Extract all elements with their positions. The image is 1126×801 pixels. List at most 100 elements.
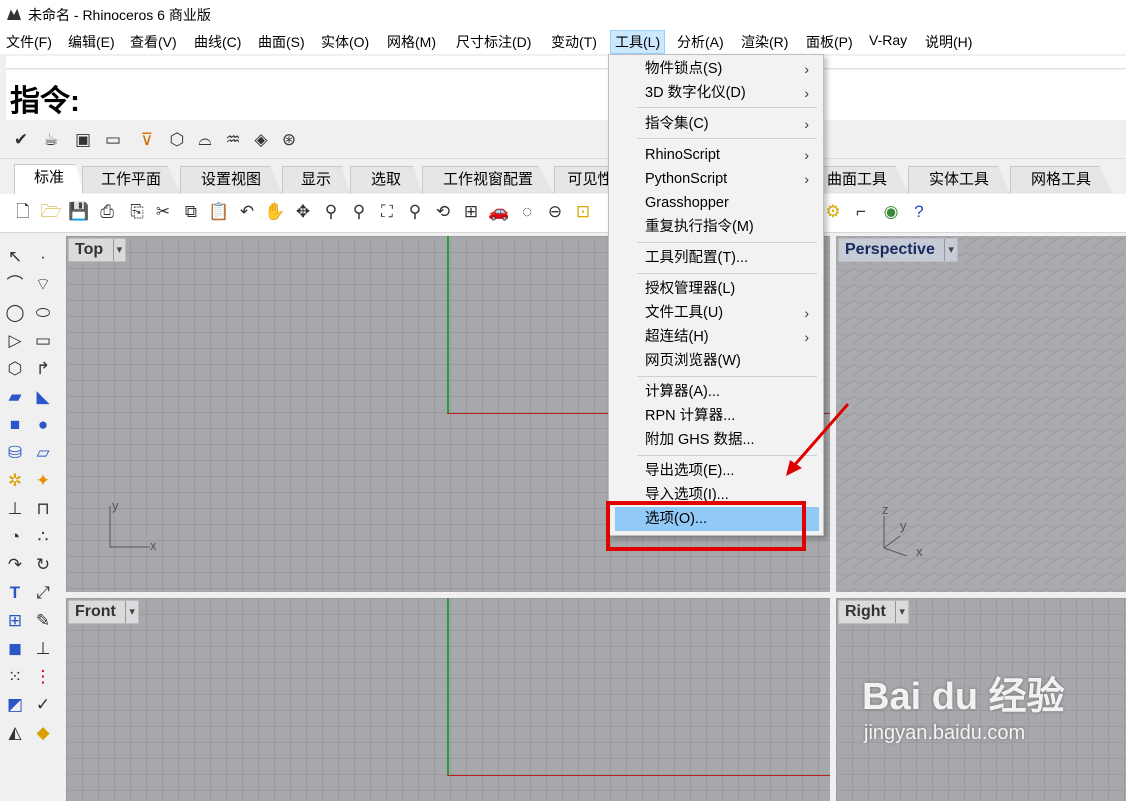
- viewport-label-top[interactable]: Top ▾: [68, 238, 127, 262]
- explode-icon[interactable]: ✦: [32, 470, 54, 492]
- tab-select[interactable]: 选取: [350, 166, 422, 193]
- text-icon[interactable]: T: [4, 582, 26, 604]
- tab-display[interactable]: 显示: [282, 166, 350, 193]
- menu-item-web-browser[interactable]: 网页浏览器(W): [609, 349, 821, 373]
- four-viewports-icon[interactable]: ⊞: [460, 201, 482, 223]
- menu-help[interactable]: 说明(H): [925, 32, 972, 52]
- ruler-icon[interactable]: ⊥: [32, 638, 54, 660]
- dimension-icon[interactable]: ⤢: [32, 582, 54, 604]
- polyline-icon[interactable]: ⌒: [4, 274, 26, 296]
- undo-icon[interactable]: ↶: [236, 201, 258, 223]
- menu-item-grasshopper[interactable]: Grasshopper: [609, 191, 821, 215]
- menu-dimension[interactable]: 尺寸标注(D): [456, 32, 531, 52]
- copy-icon[interactable]: ⧉: [180, 201, 202, 223]
- menu-item-rhinoscript[interactable]: RhinoScript ›: [609, 143, 821, 167]
- menu-mesh[interactable]: 网格(M): [387, 32, 436, 52]
- accept-icon[interactable]: ✔: [10, 129, 32, 151]
- paste-icon[interactable]: 📋: [208, 201, 230, 223]
- tag-icon[interactable]: ◈: [250, 129, 272, 151]
- array-polar-icon[interactable]: ⋮: [32, 666, 54, 688]
- menu-item-file-utilities[interactable]: 文件工具(U) ›: [609, 301, 821, 325]
- cluster-icon[interactable]: ∴: [32, 526, 54, 548]
- snap-icon[interactable]: ⊡: [572, 201, 594, 223]
- solid-edit-icon[interactable]: ◼: [4, 638, 26, 660]
- menu-item-hyperlink[interactable]: 超连结(H) ›: [609, 325, 821, 349]
- mesh-plane-icon[interactable]: ▱: [32, 442, 54, 464]
- render-icon[interactable]: ◌: [516, 201, 538, 223]
- box-icon[interactable]: ⬡: [166, 129, 188, 151]
- menu-item-toolbar-layout[interactable]: 工具列配置(T)...: [609, 246, 821, 270]
- transform-icon[interactable]: ◩: [4, 694, 26, 716]
- viewport-perspective[interactable]: z y x Perspective ▾: [836, 236, 1126, 592]
- menu-item-commands[interactable]: 指令集(C) ›: [609, 112, 821, 136]
- filter-icon[interactable]: ⊽: [136, 129, 158, 151]
- polygon-icon[interactable]: ⬡: [4, 358, 26, 380]
- curve-icon[interactable]: ⌔: [32, 274, 54, 296]
- rectangle-icon[interactable]: ▭: [32, 330, 54, 352]
- zoom-selected-icon[interactable]: ⚲: [404, 201, 426, 223]
- save-icon[interactable]: 💾: [68, 201, 90, 223]
- menu-item-repeat-command[interactable]: 重复执行指令(M): [609, 215, 821, 239]
- ellipse-icon[interactable]: ⬭: [32, 302, 54, 324]
- tab-solid-tools[interactable]: 实体工具: [908, 166, 1010, 193]
- undo-view-icon[interactable]: ⟲: [432, 201, 454, 223]
- arc-icon[interactable]: ▷: [4, 330, 26, 352]
- zoom-window-icon[interactable]: ⚲: [348, 201, 370, 223]
- menu-solid[interactable]: 实体(O): [321, 32, 369, 52]
- menu-tools[interactable]: 工具(L): [610, 30, 666, 54]
- rotate-view-icon[interactable]: ✥: [292, 201, 314, 223]
- teapot-icon[interactable]: ☕: [40, 129, 62, 151]
- open-folder-icon[interactable]: 🗁: [40, 201, 62, 223]
- menu-item-digitizer[interactable]: 3D 数字化仪(D) ›: [609, 81, 821, 105]
- trim-icon[interactable]: ⊥: [4, 498, 26, 520]
- surface-icon[interactable]: ▰: [4, 386, 26, 408]
- point-icon[interactable]: ·: [32, 246, 54, 268]
- move-icon[interactable]: ↷: [4, 554, 26, 576]
- extrude-icon[interactable]: ◣: [32, 386, 54, 408]
- box-solid-icon[interactable]: ■: [4, 414, 26, 436]
- select-arrow-icon[interactable]: ↖: [4, 246, 26, 268]
- tab-cplane[interactable]: 工作平面: [82, 166, 180, 193]
- menu-edit[interactable]: 编辑(E): [68, 32, 115, 52]
- options-gear-icon[interactable]: ⚙: [822, 201, 844, 223]
- zoom-extents-icon[interactable]: ⛶: [376, 201, 398, 223]
- rotate-icon[interactable]: ↻: [32, 554, 54, 576]
- cylinder-icon[interactable]: ⛁: [4, 442, 26, 464]
- split-icon[interactable]: ⊓: [32, 498, 54, 520]
- dome-icon[interactable]: ⌓: [194, 129, 216, 151]
- panel-icon[interactable]: ▭: [102, 129, 124, 151]
- sphere-icon[interactable]: ●: [32, 414, 54, 436]
- menu-render[interactable]: 渲染(R): [741, 32, 788, 52]
- paint-icon[interactable]: ◆: [32, 722, 54, 744]
- help-icon[interactable]: ?: [908, 201, 930, 223]
- viewport-label-front[interactable]: Front ▾: [68, 600, 139, 624]
- tab-set-view[interactable]: 设置视图: [180, 166, 282, 193]
- car-icon[interactable]: 🚗: [488, 201, 510, 223]
- fillet-icon[interactable]: ↱: [32, 358, 54, 380]
- print-icon[interactable]: ⎙: [96, 201, 118, 223]
- menu-file[interactable]: 文件(F): [6, 32, 52, 52]
- menu-view[interactable]: 查看(V): [130, 32, 177, 52]
- menu-item-license-manager[interactable]: 授权管理器(L): [609, 277, 821, 301]
- grass-icon[interactable]: ♒: [222, 129, 244, 151]
- viewport-label-perspective[interactable]: Perspective ▾: [838, 238, 958, 262]
- window-icon[interactable]: ▣: [72, 129, 94, 151]
- gear-snap-icon[interactable]: ⊛: [278, 129, 300, 151]
- check-icon[interactable]: ✓: [32, 694, 54, 716]
- group-icon[interactable]: ◔: [4, 526, 26, 548]
- menu-panels[interactable]: 面板(P): [806, 32, 853, 52]
- plugin-icon[interactable]: ◉: [880, 201, 902, 223]
- circle-tool-icon[interactable]: ⊖: [544, 201, 566, 223]
- new-file-icon[interactable]: 🗋: [12, 201, 34, 223]
- menu-curve[interactable]: 曲线(C): [194, 32, 241, 52]
- import-icon[interactable]: ⎘: [126, 201, 148, 223]
- pan-hand-icon[interactable]: ✋: [264, 201, 286, 223]
- menu-vray[interactable]: V-Ray: [869, 32, 907, 48]
- circle-icon[interactable]: ◯: [4, 302, 26, 324]
- tab-standard[interactable]: 标准: [14, 164, 84, 195]
- command-line[interactable]: [6, 70, 1126, 120]
- viewport-front[interactable]: Front ▾: [66, 598, 830, 801]
- tab-viewport-layout[interactable]: 工作视窗配置: [422, 166, 554, 193]
- edit-icon[interactable]: ✎: [32, 610, 54, 632]
- menu-surface[interactable]: 曲面(S): [258, 32, 305, 52]
